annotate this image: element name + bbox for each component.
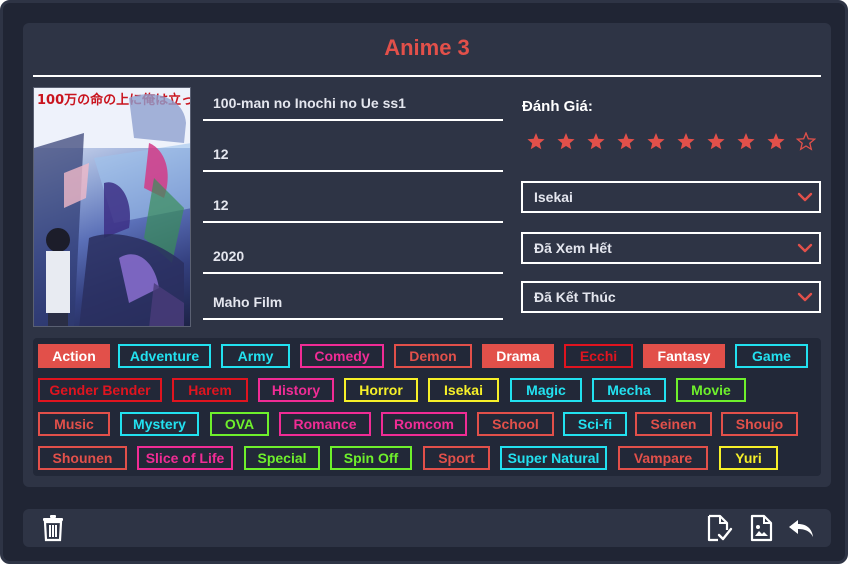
star-filled-icon[interactable] — [646, 132, 666, 152]
genre-tag-gender-bender[interactable]: Gender Bender — [38, 378, 162, 402]
genre-dropdown[interactable]: Isekai — [521, 181, 821, 213]
genre-tag-sci-fi[interactable]: Sci-fi — [563, 412, 627, 436]
detail-panel: Anime 3 100万の命の上に俺は立っている — [23, 23, 831, 487]
genre-tag-spin-off[interactable]: Spin Off — [330, 446, 412, 470]
genre-tag-yuri[interactable]: Yuri — [719, 446, 778, 470]
genre-tag-mecha[interactable]: Mecha — [592, 378, 666, 402]
star-filled-icon[interactable] — [736, 132, 756, 152]
episodes-watched-value: 12 — [213, 197, 229, 213]
genre-tag-seinen[interactable]: Seinen — [635, 412, 712, 436]
genre-tag-fantasy[interactable]: Fantasy — [643, 344, 725, 368]
watch-status-dropdown[interactable]: Đã Xem Hết — [521, 232, 821, 264]
genre-tag-history[interactable]: History — [258, 378, 334, 402]
file-check-icon[interactable] — [705, 514, 733, 542]
genre-tag-drama[interactable]: Drama — [482, 344, 554, 368]
bottom-toolbar — [23, 509, 831, 547]
watch-status-value: Đã Xem Hết — [534, 240, 612, 256]
genre-tag-comedy[interactable]: Comedy — [300, 344, 384, 368]
genre-tag-adventure[interactable]: Adventure — [118, 344, 211, 368]
genre-dropdown-value: Isekai — [534, 189, 573, 205]
genre-tag-movie[interactable]: Movie — [676, 378, 746, 402]
genre-tag-music[interactable]: Music — [38, 412, 110, 436]
genre-tag-romcom[interactable]: Romcom — [381, 412, 467, 436]
genre-tag-slice-of-life[interactable]: Slice of Life — [137, 446, 233, 470]
star-filled-icon[interactable] — [556, 132, 576, 152]
poster-image[interactable]: 100万の命の上に俺は立っている — [33, 87, 191, 327]
image-file-icon[interactable] — [747, 514, 775, 542]
genre-tag-vampare[interactable]: Vampare — [618, 446, 708, 470]
star-empty-icon[interactable] — [796, 132, 816, 152]
year-field[interactable]: 2020 — [203, 242, 503, 274]
episodes-watched-field[interactable]: 12 — [203, 191, 503, 223]
air-status-value: Đã Kết Thúc — [534, 289, 616, 305]
star-filled-icon[interactable] — [586, 132, 606, 152]
genre-tag-romance[interactable]: Romance — [279, 412, 371, 436]
rating-label: Đánh Giá: — [522, 98, 593, 115]
trash-icon[interactable] — [39, 514, 67, 542]
title-divider — [33, 75, 821, 77]
genre-tag-shoujo[interactable]: Shoujo — [721, 412, 798, 436]
reply-arrow-icon[interactable] — [787, 514, 815, 542]
genre-tag-school[interactable]: School — [477, 412, 554, 436]
star-filled-icon[interactable] — [676, 132, 696, 152]
genre-tag-horror[interactable]: Horror — [344, 378, 418, 402]
genre-tag-harem[interactable]: Harem — [172, 378, 248, 402]
genre-tag-demon[interactable]: Demon — [394, 344, 472, 368]
star-filled-icon[interactable] — [616, 132, 636, 152]
name-field[interactable]: 100-man no Inochi no Ue ss1 — [203, 89, 503, 121]
genre-tag-ova[interactable]: OVA — [210, 412, 269, 436]
air-status-dropdown[interactable]: Đã Kết Thúc — [521, 281, 821, 313]
chevron-down-icon — [797, 192, 813, 202]
year-value: 2020 — [213, 248, 245, 264]
star-filled-icon[interactable] — [706, 132, 726, 152]
star-filled-icon[interactable] — [766, 132, 786, 152]
poster-artwork: 100万の命の上に俺は立っている — [34, 88, 190, 326]
genre-tag-mystery[interactable]: Mystery — [120, 412, 199, 436]
genre-tag-action[interactable]: Action — [38, 344, 110, 368]
genre-tag-special[interactable]: Special — [244, 446, 320, 470]
star-filled-icon[interactable] — [526, 132, 546, 152]
genre-tag-magic[interactable]: Magic — [510, 378, 582, 402]
genre-tag-super-natural[interactable]: Super Natural — [500, 446, 607, 470]
genre-tag-isekai[interactable]: Isekai — [428, 378, 499, 402]
chevron-down-icon — [797, 292, 813, 302]
genre-tag-sport[interactable]: Sport — [423, 446, 490, 470]
episodes-total-field[interactable]: 12 — [203, 140, 503, 172]
app-window: Anime 3 100万の命の上に俺は立っている — [0, 0, 848, 564]
chevron-down-icon — [797, 243, 813, 253]
studio-value: Maho Film — [213, 294, 283, 310]
page-title: Anime 3 — [384, 35, 470, 60]
genre-tag-army[interactable]: Army — [221, 344, 290, 368]
episodes-total-value: 12 — [213, 146, 229, 162]
genre-tag-list: Action Adventure Army Comedy Demon Drama Ecchi… — [33, 338, 821, 476]
studio-field[interactable]: Maho Film — [203, 288, 503, 320]
name-value: 100-man no Inochi no Ue ss1 — [213, 95, 406, 111]
genre-tag-game[interactable]: Game — [735, 344, 808, 368]
genre-tag-shounen[interactable]: Shounen — [38, 446, 127, 470]
genre-tag-ecchi[interactable]: Ecchi — [564, 344, 633, 368]
